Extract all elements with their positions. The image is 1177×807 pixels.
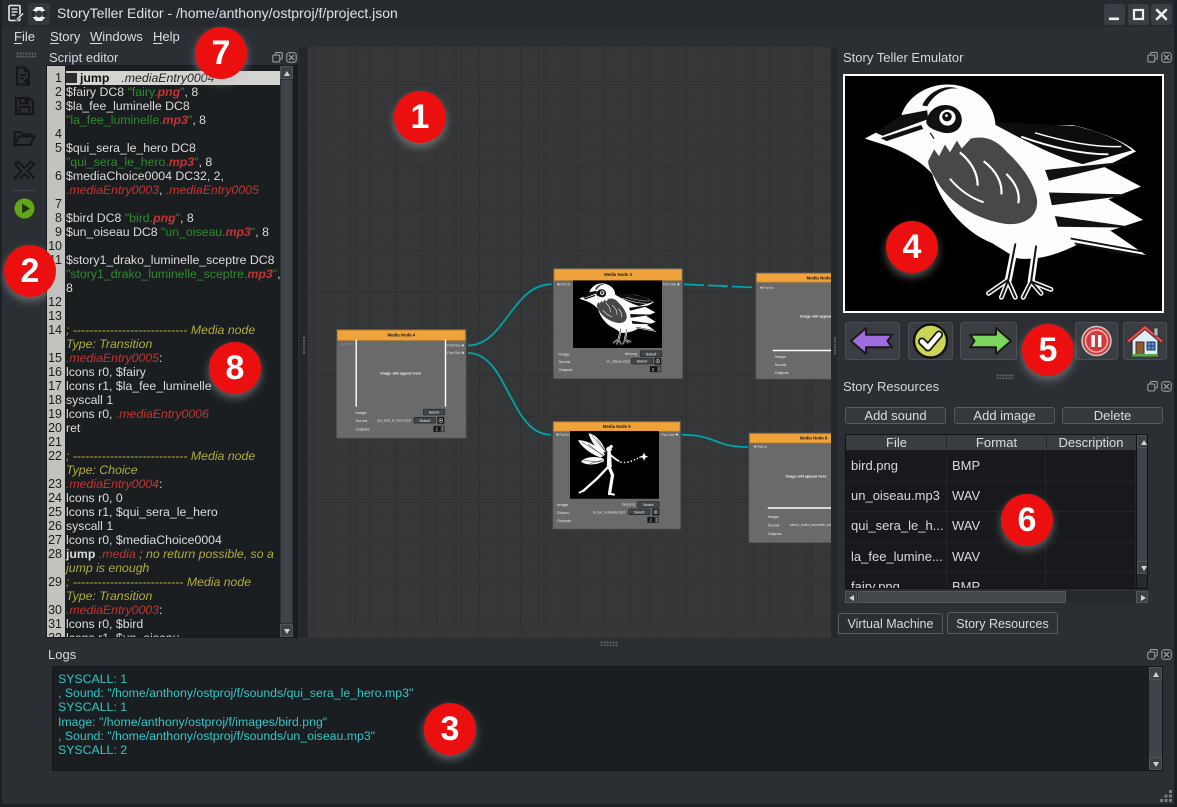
svg-text:Port In: Port In	[344, 343, 354, 347]
svg-text:Image: Image	[768, 514, 780, 519]
svg-text:Select: Select	[429, 411, 440, 415]
svg-text:Sound: Sound	[356, 418, 368, 423]
svg-text:fairy.png: fairy.png	[622, 503, 635, 507]
svg-text:Port Out: Port Out	[663, 283, 676, 287]
svg-text:Select: Select	[420, 419, 431, 423]
svg-text:Image: Image	[557, 502, 569, 507]
svg-text:Port Out: Port Out	[447, 351, 460, 355]
svg-text:Port Out: Port Out	[447, 344, 460, 348]
svg-text:Image will appear here: Image will appear here	[380, 372, 421, 376]
svg-text:Media Node 3: Media Node 3	[604, 272, 632, 277]
svg-text:Image will appear here: Image will appear here	[786, 475, 827, 479]
svg-text:Port In: Port In	[764, 286, 774, 290]
svg-text:Outputs: Outputs	[559, 367, 573, 372]
svg-text:Select: Select	[643, 503, 654, 507]
svg-text:Port In: Port In	[561, 283, 571, 287]
svg-text:Outputs: Outputs	[356, 427, 370, 432]
svg-text:Sound: Sound	[557, 510, 569, 515]
svg-text:Media Node 5: Media Node 5	[603, 424, 631, 429]
svg-text:Port In: Port In	[757, 445, 767, 449]
svg-text:Select: Select	[634, 510, 645, 514]
svg-text:un_oiseau.mp3: un_oiseau.mp3	[606, 360, 629, 364]
svg-text:Image: Image	[356, 410, 368, 415]
svg-text:Outputs: Outputs	[557, 518, 571, 523]
svg-text:Image: Image	[775, 354, 787, 359]
svg-text:Sound: Sound	[775, 362, 787, 367]
svg-text:story1_drako_luminelle_sceptre: story1_drako_luminelle_sceptre.m	[790, 523, 831, 527]
svg-text:Media Node 6: Media Node 6	[800, 436, 828, 441]
svg-text:la_fee_luminelle.mp3: la_fee_luminelle.mp3	[593, 510, 625, 514]
svg-text:Port In: Port In	[560, 433, 570, 437]
svg-text:Port Out: Port Out	[661, 433, 674, 437]
svg-text:bird.png: bird.png	[625, 352, 637, 356]
svg-text:Sound: Sound	[768, 523, 780, 528]
svg-text:Image will appear here: Image will appear here	[800, 315, 831, 319]
svg-text:qui_sera_le_hero.mp3: qui_sera_le_hero.mp3	[377, 419, 411, 423]
svg-text:Select: Select	[646, 352, 657, 356]
svg-text:Media Node 4: Media Node 4	[387, 333, 415, 338]
svg-text:Outputs: Outputs	[775, 370, 789, 375]
svg-text:Media Node 7: Media Node 7	[807, 275, 831, 280]
svg-text:Sound: Sound	[559, 359, 571, 364]
svg-text:Image: Image	[559, 352, 571, 357]
svg-text:Select: Select	[637, 360, 648, 364]
svg-text:Outputs: Outputs	[768, 531, 782, 536]
